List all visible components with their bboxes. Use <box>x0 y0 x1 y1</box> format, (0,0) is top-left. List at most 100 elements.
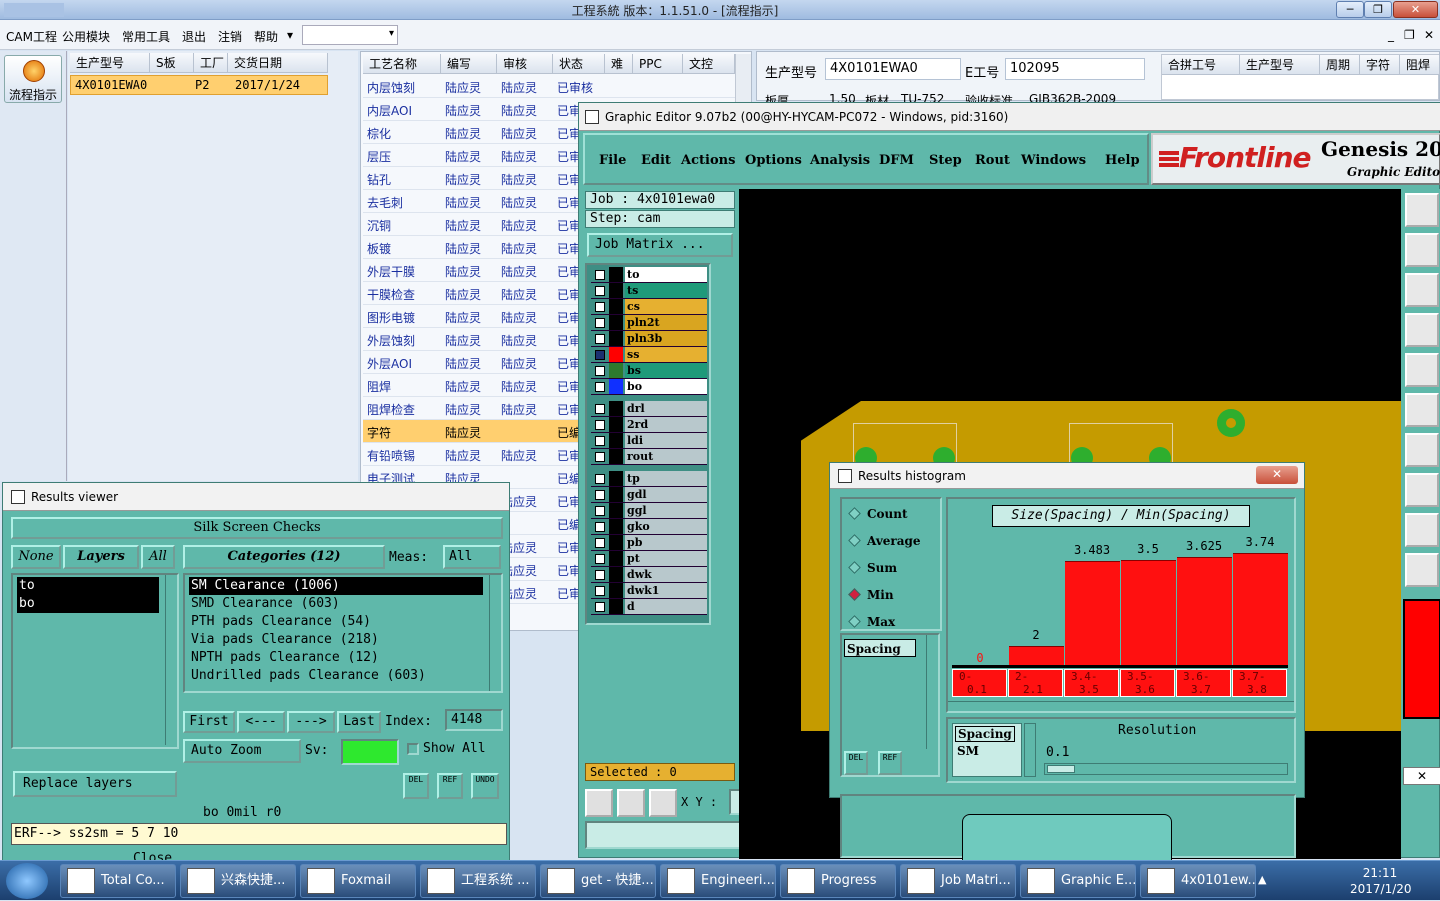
taskbar-item[interactable]: Total Co... <box>60 864 176 898</box>
table-row[interactable]: 4X0101EWA0 P2 2017/1/24 <box>70 75 328 95</box>
col-header-char[interactable]: 字符 <box>1360 55 1400 75</box>
vertical-scrollbar[interactable] <box>165 575 177 745</box>
taskbar-item[interactable]: Progress <box>780 864 896 898</box>
col-header-factory[interactable]: 工厂 <box>194 53 228 73</box>
layer-row[interactable]: dwk <box>591 567 707 583</box>
layer-checkbox[interactable] <box>595 286 605 296</box>
menu-logout[interactable]: 注销 <box>218 28 242 45</box>
index-input[interactable]: 4148 <box>445 709 503 731</box>
chevron-down-icon[interactable]: ▾ <box>287 28 293 42</box>
menu-cam[interactable]: CAM工程 <box>6 28 57 45</box>
menu-common[interactable]: 公用模块 <box>62 28 110 45</box>
slider-thumb[interactable] <box>1047 765 1075 773</box>
list-item[interactable]: to <box>17 577 159 595</box>
mdi-restore-button[interactable]: ❐ <box>1404 28 1415 42</box>
category-item[interactable]: PTH pads Clearance (54) <box>189 613 483 631</box>
first-button[interactable]: First <box>183 711 235 733</box>
measure-icon[interactable] <box>1405 433 1439 467</box>
grid-icon[interactable] <box>649 789 677 817</box>
show-all-checkbox[interactable] <box>407 743 419 755</box>
layer-checkbox[interactable] <box>595 382 605 392</box>
ref-button[interactable]: REF <box>878 751 902 775</box>
layer-row[interactable]: ts <box>591 283 707 299</box>
taskbar-item[interactable]: 工程系统 ... <box>420 864 536 898</box>
auto-zoom-select[interactable]: Auto Zoom <box>183 739 301 763</box>
layer-row[interactable]: drl <box>591 401 707 417</box>
layers-button[interactable]: Layers <box>63 545 139 569</box>
col-header-writer[interactable]: 编写 <box>441 54 497 74</box>
layer-row[interactable]: ss <box>591 347 707 363</box>
ge-menu-options[interactable]: Options <box>745 153 802 168</box>
col-header-mask[interactable]: 阻焊 <box>1400 55 1440 75</box>
mode-radio-sum[interactable]: Sum <box>848 561 897 575</box>
ref-button[interactable]: REF <box>437 773 463 799</box>
options-icon[interactable] <box>1405 313 1439 347</box>
ge-menu-rout[interactable]: Rout <box>975 153 1010 168</box>
menu-exit[interactable]: 退出 <box>182 28 206 45</box>
clock-date[interactable]: 2017/1/20 <box>1350 882 1412 896</box>
layer-checkbox[interactable] <box>595 538 605 548</box>
taskbar-item[interactable]: 4x0101ew... <box>1140 864 1256 898</box>
feature-icon[interactable] <box>1405 473 1439 507</box>
all-button[interactable]: All <box>141 545 175 569</box>
layer-row[interactable]: ggl <box>591 503 707 519</box>
sv-color-select[interactable] <box>341 739 399 765</box>
ge-menu-dfm[interactable]: DFM <box>879 153 914 168</box>
mode-radio-count[interactable]: Count <box>848 507 908 521</box>
col-header-reviewer[interactable]: 审核 <box>497 54 553 74</box>
col-header-doc[interactable]: 文控 <box>683 54 735 74</box>
zoom-home-icon[interactable] <box>585 789 613 817</box>
vertical-scrollbar[interactable] <box>1024 723 1036 777</box>
flow-button[interactable]: 流程指示 <box>4 55 62 103</box>
measure-icon[interactable] <box>617 789 645 817</box>
col-header-cycle[interactable]: 周期 <box>1320 55 1360 75</box>
layer-checkbox[interactable] <box>595 436 605 446</box>
list-item[interactable]: Spacing <box>844 639 916 657</box>
layer-row[interactable]: d <box>591 599 707 615</box>
layer-row[interactable]: dwk1 <box>591 583 707 599</box>
layer-row[interactable]: gdl <box>591 487 707 503</box>
layer-checkbox[interactable] <box>595 506 605 516</box>
layer-row[interactable]: pt <box>591 551 707 567</box>
arrow-up-icon[interactable]: ▲ <box>1258 873 1266 886</box>
layer-checkbox[interactable] <box>595 334 605 344</box>
layer-row[interactable]: gko <box>591 519 707 535</box>
resolution-slider[interactable] <box>1044 763 1288 775</box>
close-icon[interactable]: ✕ <box>1256 466 1298 484</box>
layer-checkbox[interactable] <box>595 570 605 580</box>
job-matrix-button[interactable]: Job Matrix ... <box>587 233 733 257</box>
category-item[interactable]: SM Clearance (1006) <box>189 577 483 595</box>
meas-select[interactable]: All <box>443 545 501 569</box>
taskbar-item[interactable]: Graphic E... <box>1020 864 1136 898</box>
cursor-icon[interactable] <box>1405 553 1439 587</box>
ge-menu-file[interactable]: File <box>599 153 626 168</box>
clock-time[interactable]: 21:11 <box>1350 866 1410 880</box>
layer-row[interactable]: ldi <box>591 433 707 449</box>
layer-row[interactable]: 2rd <box>591 417 707 433</box>
del-button[interactable]: DEL <box>844 751 868 775</box>
taskbar-item[interactable]: 兴森快捷... <box>180 864 296 898</box>
layer-checkbox[interactable] <box>595 350 605 360</box>
layer-checkbox[interactable] <box>595 270 605 280</box>
layer-checkbox[interactable] <box>595 318 605 328</box>
menu-help[interactable]: 帮助 <box>254 28 278 45</box>
col-header-process[interactable]: 工艺名称 <box>363 54 441 74</box>
layer-checkbox[interactable] <box>595 474 605 484</box>
layer-row[interactable]: bs <box>591 363 707 379</box>
col-header-difficulty[interactable]: 难 <box>605 54 633 74</box>
mode-radio-min[interactable]: Min <box>848 588 894 602</box>
layer-checkbox[interactable] <box>595 554 605 564</box>
spacing-sm-list[interactable]: Spacing SM <box>952 723 1022 777</box>
layer-row[interactable]: rout <box>591 449 707 465</box>
list-item[interactable]: bo <box>17 595 159 613</box>
drc-icon[interactable] <box>1405 513 1439 547</box>
mode-radio-average[interactable]: Average <box>848 534 921 548</box>
ge-menu-help[interactable]: Help <box>1105 153 1140 168</box>
taskbar-item[interactable]: get - 快捷... <box>540 864 656 898</box>
layer-row[interactable]: cs <box>591 299 707 315</box>
layer-result-list[interactable]: to bo <box>11 573 179 749</box>
net-icon[interactable] <box>1405 393 1439 427</box>
del-button[interactable]: DEL <box>403 773 429 799</box>
none-button[interactable]: None <box>11 545 61 569</box>
mdi-close-button[interactable]: ✕ <box>1424 28 1434 42</box>
